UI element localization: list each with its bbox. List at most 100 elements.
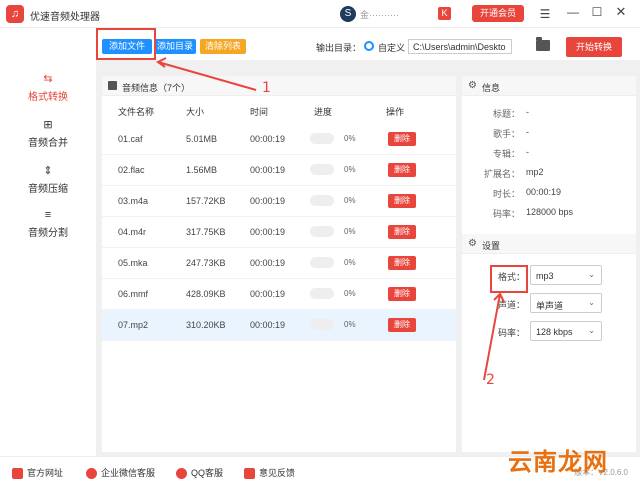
info-artist-row: 歌手： - [462,124,636,142]
progress-percent: 0% [344,258,356,267]
qq-support-link[interactable]: QQ客服 [176,466,224,480]
official-site-label: 官方网址 [27,468,64,478]
delete-button[interactable]: 删除 [388,163,416,177]
channel-select[interactable]: 单声道 ⌄ [530,293,602,313]
info-key: 歌手： [492,129,520,139]
sidebar-item-split[interactable]: ≡ 音频分割 [0,208,96,239]
user-name[interactable]: 金·········· [360,8,430,21]
table-row[interactable]: 07.mp2 310.20KB 00:00:19 0% 删除 [102,310,456,341]
progress-percent: 0% [344,289,356,298]
table-row[interactable]: 04.m4r 317.75KB 00:00:19 0% 删除 [102,217,456,248]
file-name: 02.flac [118,165,145,175]
bitrate-row: 码率： 128 kbps ⌄ [462,320,636,342]
main-area: 音频信息（7个） 文件名称 大小 时间 进度 操作 01.caf 5.01MB … [96,60,640,456]
column-header: 操作 [386,107,405,117]
format-value: mp3 [536,271,554,281]
file-time: 00:00:19 [250,227,286,237]
file-name: 07.mp2 [118,320,149,330]
table-row[interactable]: 02.flac 1.56MB 00:00:19 0% 删除 [102,155,456,186]
user-avatar-icon[interactable]: S [340,6,356,22]
chevron-down-icon: ⌄ [588,326,595,335]
delete-button[interactable]: 删除 [388,287,416,301]
file-size: 1.56MB [186,165,218,175]
qq-icon [176,468,187,480]
format-row: 格式： mp3 ⌄ [462,264,636,286]
column-header: 时间 [250,107,269,117]
bitrate-label: 码率： [498,328,526,338]
info-key: 标题： [492,109,520,119]
vip-button[interactable]: 开通会员 [472,5,524,22]
column-header: 大小 [186,107,205,117]
progress-bar [310,257,334,268]
format-select[interactable]: mp3 ⌄ [530,265,602,285]
chevron-down-icon: ⌄ [588,270,595,279]
file-name: 03.m4a [118,196,149,206]
progress-percent: 0% [344,320,356,329]
sidebar-item-label: 音频压缩 [28,184,68,195]
delete-button[interactable]: 删除 [388,225,416,239]
file-size: 428.09KB [186,289,226,299]
progress-bar [310,319,334,330]
gear-icon: ⚙ [468,80,477,91]
folder-icon[interactable] [536,37,550,51]
info-value: 00:00:19 [526,187,562,197]
sidebar-item-compress[interactable]: ⇕ 音频压缩 [0,164,96,195]
start-convert-button[interactable]: 开始转换 [566,37,622,57]
official-site-link[interactable]: 官方网址 [12,466,64,480]
monitor-icon [12,468,23,480]
column-header: 文件名称 [118,107,155,117]
wechat-support-link[interactable]: 企业微信客服 [86,466,155,480]
channel-row: 声道： 单声道 ⌄ [462,292,636,314]
custom-radio-label[interactable]: 自定义 [378,41,405,54]
qq-support-label: QQ客服 [191,468,224,478]
bitrate-value: 128 kbps [536,327,573,337]
image-icon [108,81,117,90]
clear-list-button[interactable]: 清除列表 [200,39,246,54]
sidebar-item-format-convert[interactable]: ⇆ 格式转换 [0,72,96,103]
file-size: 157.72KB [186,196,226,206]
file-time: 00:00:19 [250,134,286,144]
file-size: 310.20KB [186,320,226,330]
menu-icon[interactable]: ☰ [538,7,552,21]
app-logo: ♫ [6,5,24,23]
file-name: 06.mmf [118,289,149,299]
info-panel: ⚙ 信息 标题： - 歌手： - 专辑： - 扩展名： mp2 时长： 00:0… [462,76,636,234]
bitrate-select[interactable]: 128 kbps ⌄ [530,321,602,341]
table-row[interactable]: 05.mka 247.73KB 00:00:19 0% 删除 [102,248,456,279]
info-key: 码率： [492,209,520,219]
annotation-box-1 [96,28,156,60]
info-bitrate-row: 码率： 128000 bps [462,204,636,222]
progress-percent: 0% [344,165,356,174]
info-duration-row: 时长： 00:00:19 [462,184,636,202]
delete-button[interactable]: 删除 [388,132,416,146]
compress-icon: ⇕ [43,165,53,177]
info-value: mp2 [526,167,544,177]
sidebar-item-merge[interactable]: ⊞ 音频合并 [0,118,96,149]
file-size: 317.75KB [186,227,226,237]
watermark: 云南龙网 [508,447,608,476]
progress-bar [310,164,334,175]
info-value: - [526,127,529,137]
feedback-label: 意见反馈 [259,468,296,478]
annotation-number-2: 2 [486,372,495,388]
settings-panel-title: 设置 [482,241,501,251]
progress-bar [310,288,334,299]
feedback-link[interactable]: 意见反馈 [244,466,296,480]
add-directory-button[interactable]: 添加目录 [154,39,196,54]
custom-radio[interactable] [364,41,374,51]
output-dir-label: 输出目录： [316,43,362,53]
close-icon[interactable]: ✕ [614,4,628,20]
table-row[interactable]: 06.mmf 428.09KB 00:00:19 0% 删除 [102,279,456,310]
table-row[interactable]: 01.caf 5.01MB 00:00:19 0% 删除 [102,124,456,155]
table-row[interactable]: 03.m4a 157.72KB 00:00:19 0% 删除 [102,186,456,217]
column-header: 进度 [314,107,333,117]
minimize-icon[interactable]: — [566,5,580,19]
info-key: 专辑： [492,149,520,159]
chevron-down-icon: ⌄ [588,298,595,307]
file-panel-header: 音频信息（7个） [102,76,456,96]
delete-button[interactable]: 删除 [388,256,416,270]
output-path-input[interactable] [408,39,512,54]
delete-button[interactable]: 删除 [388,318,416,332]
delete-button[interactable]: 删除 [388,194,416,208]
maximize-icon[interactable]: ☐ [590,5,604,19]
